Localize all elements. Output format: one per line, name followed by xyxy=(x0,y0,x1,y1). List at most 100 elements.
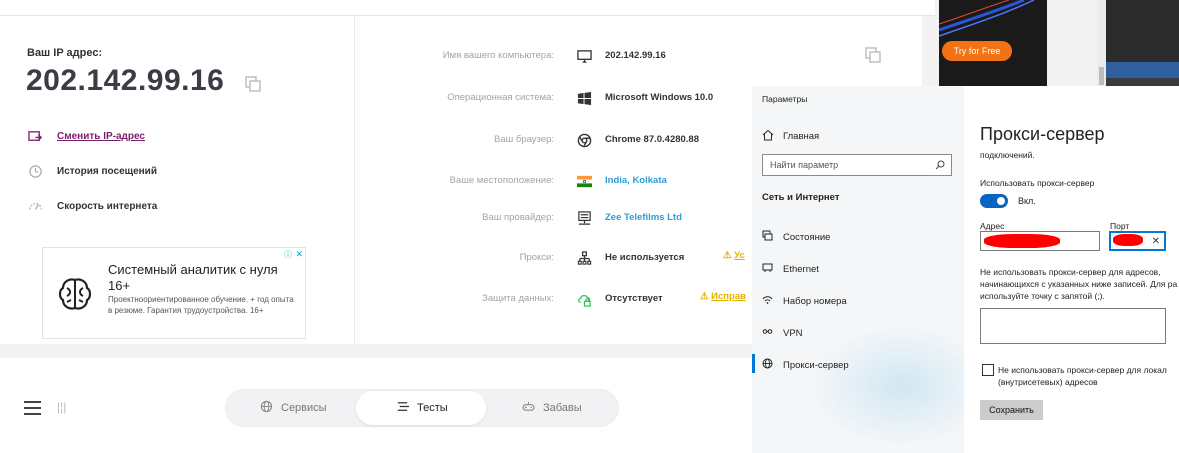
nav-item-label: Набор номера xyxy=(783,295,847,307)
use-proxy-label: Использовать прокси-сервер xyxy=(980,178,1095,188)
section-switcher: Сервисы Тесты Забавы xyxy=(225,389,619,427)
menu-icon[interactable] xyxy=(24,401,41,415)
cloud-lock-icon xyxy=(576,291,592,307)
try-for-free-button[interactable]: Try for Free xyxy=(942,41,1012,61)
history-link[interactable]: История посещений xyxy=(27,163,157,179)
settings-window: Параметры Главная Найти параметр Сеть и … xyxy=(752,86,1179,453)
info-label: Ваше местоположение: xyxy=(449,175,554,186)
speed-icon xyxy=(27,198,43,214)
settings-search-input[interactable]: Найти параметр xyxy=(762,154,952,176)
proxy-warning-link[interactable]: ⚠ Ус xyxy=(723,250,745,261)
info-label: Защита данных: xyxy=(482,293,554,304)
nav-item-proxy[interactable]: Прокси-сервер xyxy=(762,358,849,372)
logo-mark: |¦| xyxy=(57,400,67,414)
info-value-link[interactable]: Zee Telefilms Ltd xyxy=(605,212,682,223)
tab-label: Сервисы xyxy=(281,402,327,414)
nav-item-dialup[interactable]: Набор номера xyxy=(762,294,847,308)
gamepad-icon xyxy=(522,400,535,416)
windows-icon xyxy=(576,90,592,106)
nav-item-ethernet[interactable]: Ethernet xyxy=(762,262,819,276)
nav-item-label: Ethernet xyxy=(783,263,819,275)
india-flag-icon xyxy=(576,173,592,189)
info-value: Microsoft Windows 10.0 xyxy=(605,92,714,103)
info-value-link[interactable]: India, Kolkata xyxy=(605,175,667,186)
exceptions-textarea[interactable] xyxy=(980,308,1166,344)
use-proxy-toggle[interactable] xyxy=(980,194,1008,208)
info-label: Ваш провайдер: xyxy=(482,212,554,223)
tab-fun[interactable]: Забавы xyxy=(522,390,582,426)
save-button[interactable]: Сохранить xyxy=(980,400,1043,420)
info-row-browser: Ваш браузер: Chrome 87.0.4280.88 xyxy=(355,132,755,148)
top-ad-banner[interactable]: Try for Free xyxy=(939,0,1047,86)
redaction-mark xyxy=(1113,234,1143,246)
ip-label: Ваш IP адрес: xyxy=(27,47,103,59)
port-input[interactable]: ✕ xyxy=(1109,231,1166,251)
tab-services[interactable]: Сервисы xyxy=(260,390,327,426)
info-label: Операционная система: xyxy=(447,92,554,103)
nav-item-label: Состояние xyxy=(783,231,831,243)
nav-home-label: Главная xyxy=(783,131,820,142)
dialup-icon xyxy=(762,294,773,308)
ip-value: 202.142.99.16 xyxy=(26,64,225,97)
speed-link[interactable]: Скорость интернета xyxy=(27,198,157,214)
ad-title: Системный аналитик с нуля 16+ xyxy=(108,262,278,293)
info-value: Не используется xyxy=(605,252,685,263)
list-icon xyxy=(396,400,409,416)
scrollbar-thumb[interactable] xyxy=(1099,67,1104,85)
proxy-globe-icon xyxy=(762,358,773,372)
tab-label: Забавы xyxy=(543,402,582,414)
info-label: Имя вашего компьютера: xyxy=(442,50,554,61)
tab-label: Тесты xyxy=(417,402,448,414)
info-value: Отсутствует xyxy=(605,293,663,304)
change-ip-icon xyxy=(27,128,43,144)
clear-field-icon[interactable]: ✕ xyxy=(1152,236,1160,247)
info-row-computer: Имя вашего компьютера: 202.142.99.16 xyxy=(355,48,755,64)
exceptions-description: Не использовать прокси-сервер для адресо… xyxy=(980,267,1178,301)
nav-item-vpn[interactable]: VPN xyxy=(762,326,803,340)
vpn-icon xyxy=(762,326,773,340)
copy-computer-name-icon[interactable] xyxy=(864,46,882,64)
history-icon xyxy=(27,163,43,179)
info-row-os: Операционная система: Microsoft Windows … xyxy=(355,90,755,106)
info-row-location: Ваше местоположение: India, Kolkata xyxy=(355,173,755,189)
change-ip-label: Сменить IP-адрес xyxy=(57,130,145,142)
nav-item-label: Прокси-сервер xyxy=(783,359,849,371)
port-label: Порт xyxy=(1110,221,1130,231)
info-label: Ваш браузер: xyxy=(494,134,554,145)
ethernet-icon xyxy=(762,262,773,276)
nav-home[interactable]: Главная xyxy=(762,129,819,144)
info-row-provider: Ваш провайдер: Zee Telefilms Ltd xyxy=(355,210,755,226)
tab-tests[interactable]: Тесты xyxy=(396,390,448,426)
address-label: Адрес xyxy=(980,221,1005,231)
nav-item-label: VPN xyxy=(783,327,803,339)
page-title: Прокси-сервер xyxy=(980,124,1105,144)
home-icon xyxy=(762,129,774,144)
settings-nav: Параметры Главная Найти параметр Сеть и … xyxy=(752,86,964,453)
protection-warning-link[interactable]: ⚠ Исправ xyxy=(700,291,746,302)
warning-label: Ус xyxy=(734,250,745,261)
toggle-state-label: Вкл. xyxy=(1018,196,1036,206)
local-addresses-checkbox[interactable] xyxy=(982,364,994,376)
info-value: 202.142.99.16 xyxy=(605,50,666,61)
warning-label: Исправ xyxy=(711,291,746,302)
warning-icon: ⚠ xyxy=(700,291,709,302)
info-label: Прокси: xyxy=(519,252,554,263)
copy-icon[interactable] xyxy=(244,75,262,93)
ad-banner[interactable]: ⓘ ✕ Системный аналитик с нуля 16+ Проект… xyxy=(42,247,306,339)
site-top-bar xyxy=(0,0,935,16)
info-row-proxy: Прокси: Не используется xyxy=(355,250,755,266)
search-icon[interactable] xyxy=(935,160,945,170)
change-ip-link[interactable]: Сменить IP-адрес xyxy=(27,128,145,144)
info-row-protection: Защита данных: Отсутствует xyxy=(355,291,755,307)
ad-info-icon[interactable]: ⓘ xyxy=(284,249,292,260)
status-icon xyxy=(762,230,773,244)
local-addresses-label: Не использовать прокси-сервер для локал … xyxy=(998,365,1167,387)
redaction-mark xyxy=(984,234,1060,248)
truncated-text: подключений. xyxy=(980,150,1035,160)
provider-icon xyxy=(576,210,592,226)
ad-close-icon[interactable]: ✕ xyxy=(295,249,303,260)
nav-item-status[interactable]: Состояние xyxy=(762,230,830,244)
dark-panel xyxy=(1106,0,1179,62)
proxy-icon xyxy=(576,250,592,266)
address-input[interactable] xyxy=(980,231,1100,251)
